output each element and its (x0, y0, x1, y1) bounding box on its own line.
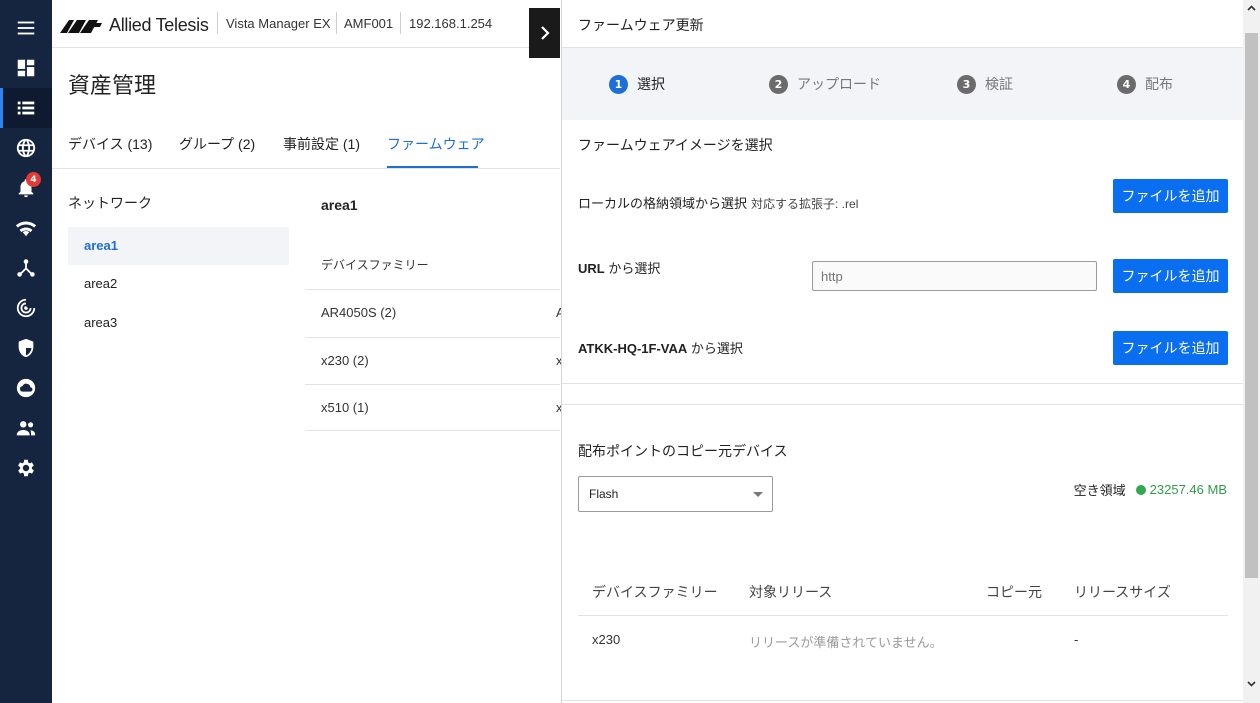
add-file-local-button[interactable]: ファイルを追加 (1113, 179, 1228, 213)
globe-icon[interactable] (0, 128, 52, 168)
device-family-cell: x230 (2) (321, 353, 369, 368)
wifi-icon[interactable] (0, 208, 52, 248)
allied-telesis-logo: Allied Telesis (60, 15, 209, 36)
status-dot-icon (1135, 484, 1146, 495)
logo-mark-icon (60, 19, 102, 33)
asset-list-icon[interactable] (0, 88, 52, 128)
chevron-right-icon (540, 26, 550, 40)
col-release-size[interactable]: リリースサイズ (1074, 582, 1171, 602)
panel-scrollbar[interactable] (1243, 0, 1260, 703)
step-distribute: 4 配布 (1117, 74, 1173, 94)
menu-icon[interactable] (0, 8, 52, 48)
tab-preconfig[interactable]: 事前設定 (1) (283, 134, 360, 154)
table-row[interactable]: x510 (1) x (305, 384, 563, 431)
firmware-update-panel: ファームウェア更新 1 選択 2 アップロード 3 検証 4 配布 ファームウェ… (561, 0, 1244, 703)
radar-icon[interactable] (0, 288, 52, 328)
select-image-title: ファームウェアイメージを選択 (578, 137, 773, 153)
network-item-area2[interactable]: area2 (68, 265, 289, 303)
add-file-url-button[interactable]: ファイルを追加 (1113, 259, 1228, 293)
product-name: Vista Manager EX (226, 16, 331, 31)
device-family-cell: x510 (1) (321, 400, 369, 415)
network-item-area3[interactable]: area3 (68, 304, 289, 342)
tab-devices[interactable]: デバイス (13) (68, 134, 152, 154)
row-target-release: リリースが準備されていません。 (749, 635, 943, 650)
copy-source-title: 配布ポイントのコピー元デバイス (578, 443, 788, 459)
storage-select[interactable]: Flash (578, 476, 773, 512)
bell-icon[interactable]: 4 (0, 168, 52, 208)
users-icon[interactable] (0, 408, 52, 448)
row-release-size: - (1074, 632, 1079, 647)
extension-hint: 対応する拡張子: .rel (751, 197, 859, 211)
device-source-label: ATKK-HQ-1F-VAA から選択 (578, 341, 743, 356)
cloud-icon[interactable] (0, 368, 52, 408)
asset-tabs: デバイス (13) グループ (2) 事前設定 (1) ファームウェア (52, 120, 560, 169)
scroll-down-icon[interactable] (1247, 679, 1256, 688)
settings-gear-icon[interactable] (0, 448, 52, 488)
logo-text: Allied Telesis (109, 15, 209, 35)
page-title: 資産管理 (68, 73, 157, 98)
device-family-cell: AR4050S (2) (321, 305, 397, 320)
network-item-area1[interactable]: area1 (68, 227, 289, 265)
scrollbar-thumb[interactable] (1245, 33, 1258, 578)
col-copy-source[interactable]: コピー元 (986, 582, 1042, 602)
tab-groups[interactable]: グループ (2) (179, 134, 255, 154)
area-title: area1 (321, 197, 358, 213)
network-title: ネットワーク (68, 195, 152, 211)
alert-count-badge: 4 (26, 172, 41, 187)
row-device-family: x230 (592, 632, 621, 647)
sidebar: 4 (0, 0, 52, 703)
table-row[interactable]: AR4050S (2) A (305, 289, 565, 336)
local-storage-label: ローカルの格納領域から選択 対応する拡張子: .rel (578, 196, 859, 211)
active-tab-indicator (387, 166, 478, 168)
shield-icon[interactable] (0, 328, 52, 368)
step-verify: 3 検証 (957, 74, 1013, 94)
collapse-panel-button[interactable] (529, 8, 560, 58)
dashboard-icon[interactable] (0, 48, 52, 88)
scroll-up-icon[interactable] (1247, 4, 1256, 13)
step-upload: 2 アップロード (769, 74, 881, 94)
free-space: 空き領域 23257.46 MB (1073, 482, 1227, 498)
step-select: 1 選択 (609, 74, 665, 94)
col-target-release[interactable]: 対象リリース (749, 582, 832, 602)
free-space-value: 23257.46 MB (1149, 482, 1227, 497)
chevron-down-icon (753, 492, 763, 497)
add-file-device-button[interactable]: ファイルを追加 (1113, 331, 1228, 365)
wizard-steps: 1 選択 2 アップロード 3 検証 4 配布 (562, 48, 1244, 120)
top-bar: Allied Telesis Vista Manager EX AMF001 1… (52, 0, 560, 48)
url-input[interactable] (812, 261, 1097, 291)
url-label: URL から選択 (578, 261, 661, 276)
topology-icon[interactable] (0, 248, 52, 288)
tab-firmware[interactable]: ファームウェア (387, 134, 485, 154)
table-row[interactable]: x230 (2) x (305, 337, 563, 384)
amf-name[interactable]: AMF001 (344, 16, 393, 31)
device-family-header: デバイスファミリー (321, 258, 429, 272)
ip-address: 192.168.1.254 (409, 16, 493, 31)
panel-title: ファームウェア更新 (578, 17, 704, 33)
col-device-family[interactable]: デバイスファミリー (592, 582, 718, 602)
